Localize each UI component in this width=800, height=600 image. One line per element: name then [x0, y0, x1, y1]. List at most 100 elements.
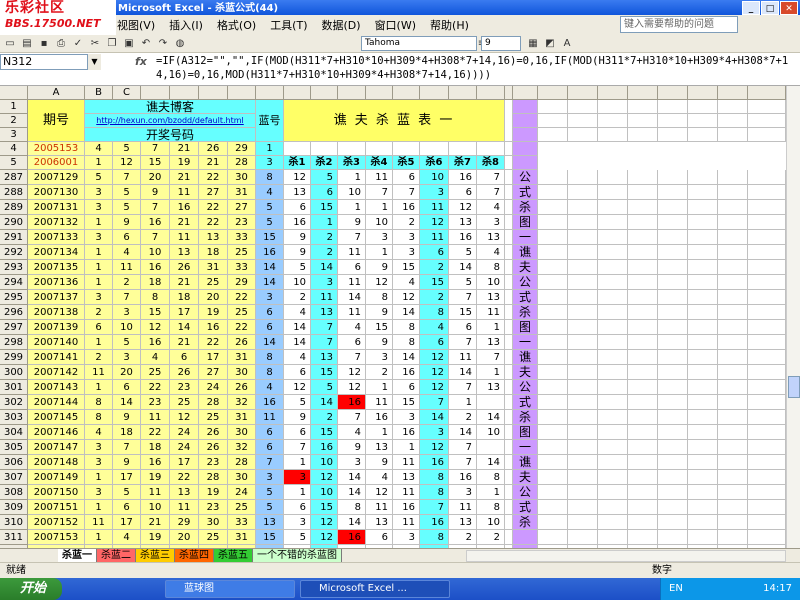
gap-cell[interactable] — [505, 500, 513, 515]
blue-cell[interactable]: 5 — [256, 485, 284, 500]
kill-cell[interactable]: 14 — [338, 290, 366, 305]
kill-cell[interactable]: 15 — [311, 365, 338, 380]
kill-cell[interactable]: 11 — [366, 500, 393, 515]
kill-cell[interactable]: 12 — [449, 200, 477, 215]
period-cell[interactable]: 2007150 — [28, 485, 85, 500]
kill-cell[interactable]: 16 — [449, 470, 477, 485]
cell[interactable] — [598, 530, 628, 545]
kill-cell[interactable]: 12 — [420, 440, 449, 455]
cell[interactable] — [688, 485, 718, 500]
kill-cell[interactable]: 16 — [393, 500, 420, 515]
cell[interactable] — [688, 380, 718, 395]
cell[interactable] — [538, 530, 568, 545]
column-header[interactable]: A — [28, 86, 85, 100]
cell[interactable] — [748, 440, 786, 455]
number-cell[interactable]: 6 — [170, 350, 199, 365]
period-cell[interactable]: 2007142 — [28, 365, 85, 380]
cell[interactable] — [538, 350, 568, 365]
number-cell[interactable]: 11 — [85, 515, 113, 530]
row-header[interactable]: 299 — [0, 350, 28, 365]
period-cell[interactable]: 2006001 — [28, 156, 85, 170]
kill-cell[interactable]: 11 — [311, 290, 338, 305]
tab-sheet-4[interactable]: 杀蓝四 — [175, 549, 214, 562]
cell[interactable] — [628, 335, 658, 350]
row-header[interactable]: 311 — [0, 530, 28, 545]
column-header[interactable] — [628, 86, 658, 100]
cell[interactable] — [718, 515, 748, 530]
cell[interactable] — [658, 230, 688, 245]
cell[interactable] — [598, 230, 628, 245]
number-cell[interactable]: 25 — [199, 275, 228, 290]
cell[interactable] — [568, 530, 598, 545]
kill-cell[interactable]: 13 — [366, 440, 393, 455]
kill-cell[interactable]: 12 — [311, 515, 338, 530]
cell[interactable] — [513, 350, 538, 365]
kill-label[interactable]: 杀7 — [449, 156, 477, 170]
cell[interactable] — [688, 395, 718, 410]
cell[interactable] — [718, 290, 748, 305]
kill-cell[interactable]: 2 — [393, 215, 420, 230]
row-header[interactable]: 298 — [0, 335, 28, 350]
kill-cell[interactable]: 1 — [366, 245, 393, 260]
number-cell[interactable]: 30 — [228, 170, 256, 185]
number-cell[interactable]: 22 — [228, 290, 256, 305]
period-cell[interactable]: 2007152 — [28, 515, 85, 530]
cell[interactable] — [688, 410, 718, 425]
blue-cell[interactable]: 4 — [256, 380, 284, 395]
kill-cell[interactable]: 10 — [311, 485, 338, 500]
blue-cell[interactable]: 5 — [256, 200, 284, 215]
number-cell[interactable]: 21 — [170, 275, 199, 290]
kill-cell[interactable]: 3 — [420, 185, 449, 200]
cell[interactable] — [628, 114, 658, 128]
tab-sheet-6[interactable]: 一个不错的杀蓝图 — [253, 549, 342, 562]
cell[interactable] — [513, 380, 538, 395]
kill-cell[interactable]: 14 — [284, 320, 311, 335]
formula-input[interactable]: =IF(A312="","",IF(MOD(H311*7+H310*10+H30… — [156, 54, 800, 82]
blue-cell[interactable]: 15 — [256, 230, 284, 245]
kill-cell[interactable]: 12 — [311, 530, 338, 545]
kill-cell[interactable]: 3 — [393, 530, 420, 545]
column-header[interactable] — [598, 86, 628, 100]
kill-cell[interactable]: 3 — [366, 350, 393, 365]
menu-data[interactable]: 数据(D) — [315, 17, 368, 33]
period-cell[interactable]: 2007146 — [28, 425, 85, 440]
cell[interactable] — [718, 200, 748, 215]
column-header[interactable]: B — [85, 86, 113, 100]
kill-cell[interactable]: 3 — [477, 215, 505, 230]
cell[interactable] — [568, 100, 598, 114]
number-cell[interactable]: 2 — [85, 305, 113, 320]
kill-cell[interactable]: 14 — [477, 410, 505, 425]
number-cell[interactable]: 7 — [141, 200, 170, 215]
number-cell[interactable]: 17 — [199, 350, 228, 365]
cell[interactable] — [748, 455, 786, 470]
cell[interactable] — [688, 470, 718, 485]
cell[interactable] — [718, 170, 748, 185]
cell[interactable] — [628, 290, 658, 305]
kill-cell[interactable]: 3 — [449, 485, 477, 500]
number-cell[interactable]: 19 — [141, 530, 170, 545]
kill-cell[interactable]: 7 — [366, 185, 393, 200]
kill-cell[interactable]: 12 — [284, 170, 311, 185]
kill-cell[interactable]: 13 — [477, 380, 505, 395]
cell[interactable] — [598, 260, 628, 275]
mini-header[interactable] — [284, 142, 311, 156]
font-color-icon[interactable]: A — [560, 37, 574, 51]
cell[interactable] — [688, 170, 718, 185]
blue-cell[interactable]: 6 — [256, 425, 284, 440]
kill-cell[interactable]: 14 — [420, 410, 449, 425]
blue-cell[interactable]: 16 — [256, 395, 284, 410]
number-cell[interactable]: 25 — [141, 365, 170, 380]
period-cell[interactable]: 2007130 — [28, 185, 85, 200]
kill-cell[interactable]: 7 — [393, 185, 420, 200]
number-cell[interactable]: 31 — [228, 410, 256, 425]
number-cell[interactable]: 11 — [170, 500, 199, 515]
open-icon[interactable]: ▤ — [20, 37, 34, 51]
cell[interactable] — [598, 245, 628, 260]
kill-cell[interactable]: 15 — [420, 275, 449, 290]
number-cell[interactable]: 28 — [199, 395, 228, 410]
cell[interactable] — [688, 335, 718, 350]
number-cell[interactable]: 8 — [85, 410, 113, 425]
cell[interactable] — [513, 320, 538, 335]
number-cell[interactable]: 5 — [85, 170, 113, 185]
cell[interactable] — [658, 114, 688, 128]
